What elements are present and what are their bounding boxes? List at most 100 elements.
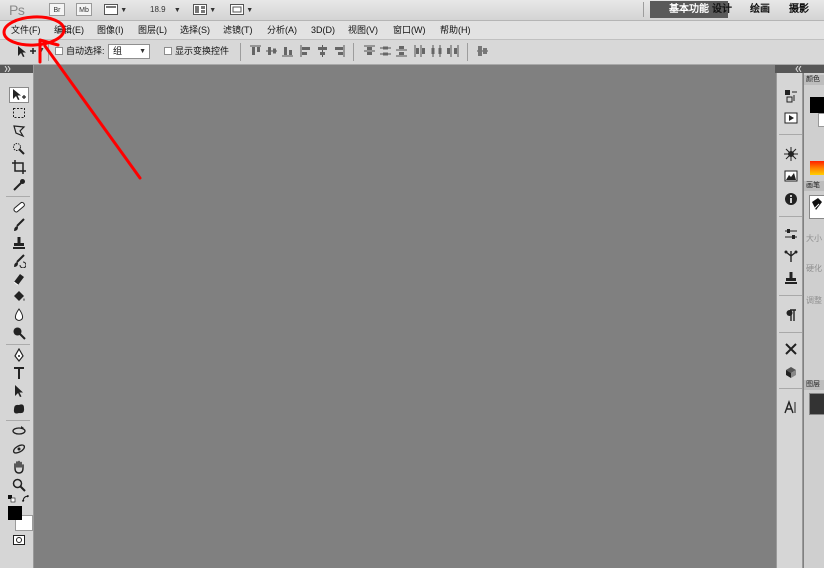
adjustments-panel-button[interactable] [781, 225, 801, 243]
crop-tool[interactable] [9, 159, 29, 175]
background-color-preview[interactable] [818, 113, 824, 127]
healing-brush-tool[interactable] [9, 199, 29, 215]
magnifier-icon [12, 478, 26, 492]
workspace-painting[interactable]: 绘画 [750, 1, 770, 18]
menu-select[interactable]: 选择(S) [180, 21, 210, 39]
paint-bucket-tool[interactable] [9, 289, 29, 305]
distribute-bottom-icon[interactable] [395, 45, 408, 57]
auto-select-type-select[interactable]: 组 ▼ [108, 44, 150, 59]
blur-tool[interactable] [9, 307, 29, 323]
dock-panel-header[interactable] [775, 65, 824, 73]
zoom-level[interactable]: 18.9 ▼ [150, 3, 181, 17]
align-bottom-icon[interactable] [281, 45, 294, 57]
menu-filter[interactable]: 滤镜(T) [223, 21, 253, 39]
actions-panel-button[interactable] [781, 109, 801, 127]
hand-tool[interactable] [9, 459, 29, 475]
show-transform-label: 显示变换控件 [175, 46, 230, 56]
eraser-icon [13, 274, 24, 286]
menu-edit[interactable]: 编辑(E) [54, 21, 84, 39]
3d-orbit-tool[interactable] [9, 441, 29, 457]
play-icon [784, 112, 798, 124]
3d-panel-button[interactable] [781, 363, 801, 381]
align-right-icon[interactable] [332, 45, 345, 57]
clone-stamp-tool[interactable] [9, 235, 29, 251]
distribute-top-icon[interactable] [363, 45, 376, 57]
align-vertical-center-icon[interactable] [265, 45, 278, 57]
dodge-icon [13, 327, 26, 340]
path-selection-tool[interactable] [9, 383, 29, 399]
lasso-tool[interactable] [9, 123, 29, 139]
arrange-documents-icon [193, 4, 207, 16]
info-panel-button[interactable] [781, 190, 801, 208]
screen-mode-dropdown[interactable]: ▼ [230, 3, 253, 16]
navigator-panel-button[interactable] [781, 145, 801, 163]
stamp-icon [13, 237, 25, 249]
custom-shape-tool[interactable] [9, 401, 29, 417]
auto-select-checkbox[interactable] [55, 47, 63, 55]
launch-minibridge-button[interactable]: Mb [76, 3, 92, 16]
panel-header[interactable] [0, 65, 33, 73]
eyedropper-tool[interactable] [9, 177, 29, 193]
workspace-photography[interactable]: 摄影 [789, 1, 809, 18]
workspace-design[interactable]: 设计 [712, 1, 732, 18]
character-panel-button[interactable] [781, 398, 801, 416]
layer-thumbnail[interactable] [809, 393, 824, 415]
histogram-panel-button[interactable] [781, 167, 801, 185]
3d-rotate-tool[interactable] [9, 423, 29, 439]
brush-panel-tab[interactable]: 画笔 [804, 181, 824, 191]
align-top-icon[interactable] [249, 45, 262, 57]
quick-mask-button[interactable] [9, 532, 29, 548]
history-panel-button[interactable] [781, 87, 801, 105]
brush-preview[interactable] [809, 195, 824, 219]
zoom-tool[interactable] [9, 477, 29, 493]
chevron-down-icon[interactable]: ▼ [38, 44, 45, 55]
menu-view[interactable]: 视图(V) [348, 21, 378, 39]
distribute-vertical-center-icon[interactable] [379, 45, 392, 57]
quick-mask-icon [13, 535, 25, 545]
history-brush-tool[interactable] [9, 253, 29, 269]
menu-window[interactable]: 窗口(W) [393, 21, 426, 39]
align-left-icon[interactable] [300, 45, 313, 57]
show-transform-checkbox[interactable] [164, 47, 172, 55]
tool-presets-panel-button[interactable] [781, 340, 801, 358]
distribute-right-icon[interactable] [446, 45, 459, 57]
options-bar: ▼ 自动选择: 组 ▼ 显示变换控件 [0, 40, 824, 65]
layers-panel-tab[interactable]: 图层 [804, 380, 824, 390]
eraser-tool[interactable] [9, 271, 29, 287]
menu-3d[interactable]: 3D(D) [311, 21, 335, 39]
foreground-color-preview[interactable] [810, 97, 824, 113]
channels-panel-button[interactable] [781, 247, 801, 265]
menu-layer[interactable]: 图层(L) [138, 21, 167, 39]
paragraph-panel-button[interactable] [781, 306, 801, 324]
paint-bucket-icon [14, 291, 25, 301]
move-tool[interactable] [9, 87, 29, 103]
swap-colors-icon[interactable] [22, 495, 30, 503]
launch-bridge-button[interactable]: Br [49, 3, 65, 16]
marquee-tool[interactable] [9, 105, 29, 121]
type-tool[interactable] [9, 365, 29, 381]
arrange-documents-dropdown[interactable]: ▼ [193, 3, 216, 16]
menu-image[interactable]: 图像(I) [97, 21, 124, 39]
color-panel-tab[interactable]: 颜色 [804, 75, 824, 85]
styles-panel-button[interactable] [781, 269, 801, 287]
path-selection-icon [15, 385, 23, 397]
menu-help[interactable]: 帮助(H) [440, 21, 471, 39]
bandage-icon [13, 201, 25, 213]
foreground-color-swatch[interactable] [8, 506, 22, 520]
view-extras-dropdown[interactable]: ▼ [104, 3, 127, 16]
menu-file[interactable]: 文件(F) [11, 21, 41, 39]
pen-tool[interactable] [9, 347, 29, 363]
dodge-tool[interactable] [9, 325, 29, 341]
default-colors-icon[interactable] [8, 495, 16, 503]
auto-align-layers-icon[interactable] [476, 45, 489, 57]
distribute-horizontal-center-icon[interactable] [430, 45, 443, 57]
brush-tool[interactable] [9, 217, 29, 233]
pilcrow-icon [786, 309, 796, 321]
align-horizontal-center-icon[interactable] [316, 45, 329, 57]
eyedropper-icon [13, 179, 25, 191]
distribute-left-icon[interactable] [414, 45, 427, 57]
menu-analysis[interactable]: 分析(A) [267, 21, 297, 39]
color-ramp[interactable] [810, 161, 824, 175]
custom-shape-icon [13, 404, 25, 414]
quick-selection-tool[interactable] [9, 141, 29, 157]
